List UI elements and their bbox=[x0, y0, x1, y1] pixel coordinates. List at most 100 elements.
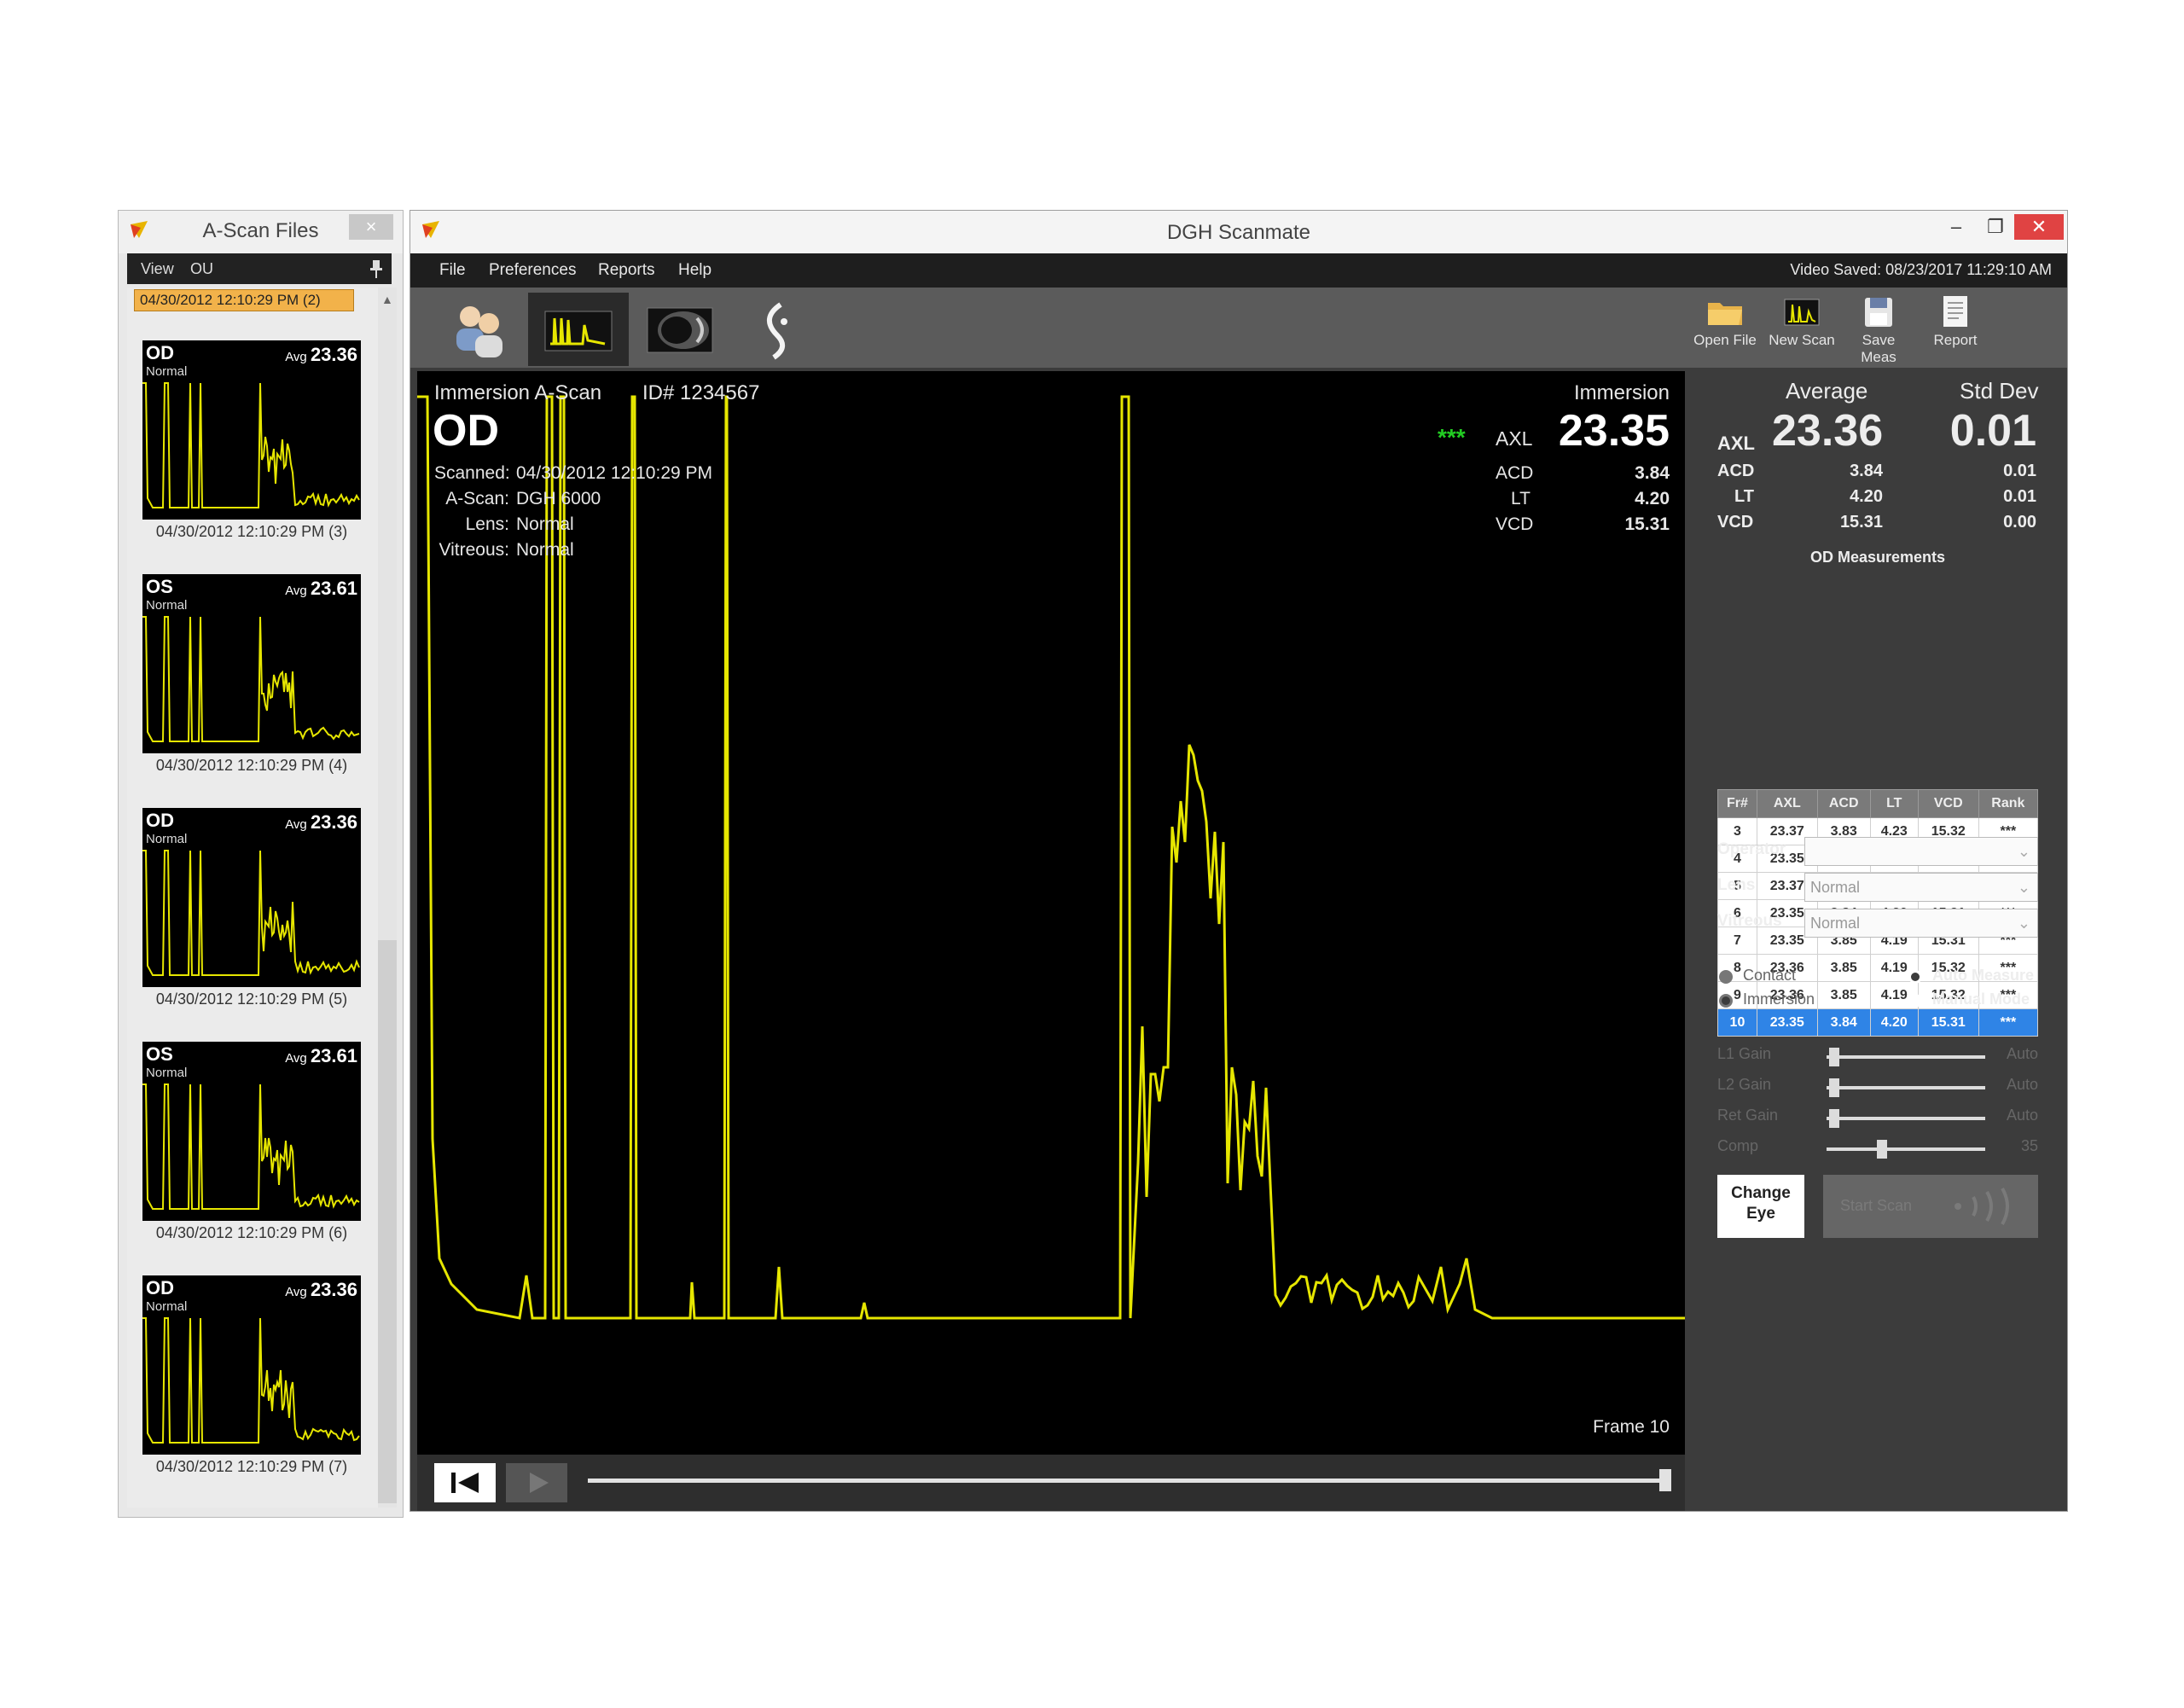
auto-measure-radio[interactable] bbox=[1908, 970, 1922, 984]
column-header[interactable]: Fr# bbox=[1717, 789, 1757, 818]
thumbnail-average: Avg 23.36 bbox=[285, 1279, 357, 1301]
patient-id: ID# 1234567 bbox=[642, 381, 760, 404]
scan-mode-title: Immersion A-Scan bbox=[434, 381, 602, 404]
scan-thumbnail[interactable]: OD Normal Avg 23.36 bbox=[142, 808, 361, 987]
average-header: Average bbox=[1786, 378, 1868, 404]
start-scan-button[interactable]: Start Scan bbox=[1823, 1175, 2038, 1238]
lt-value: 4.20 bbox=[1635, 489, 1670, 508]
restore-button[interactable]: ❐ bbox=[1977, 214, 2014, 240]
thumbnail-avg-value: 23.36 bbox=[310, 1279, 357, 1300]
column-header[interactable]: Rank bbox=[1978, 789, 2039, 818]
thumbnail-avg-value: 23.36 bbox=[310, 344, 357, 365]
vitreous-dropdown[interactable]: Normal ⌄ bbox=[1804, 909, 2038, 938]
table-cell: 15.31 bbox=[1917, 1008, 1979, 1037]
pachymetry-tab[interactable] bbox=[729, 293, 830, 366]
operator-dropdown[interactable]: ⌄ bbox=[1804, 837, 2038, 866]
scan-thumbnail[interactable]: OD Normal Avg 23.36 bbox=[142, 340, 361, 520]
table-row[interactable]: 10 23.35 3.84 4.20 15.31 *** bbox=[1717, 1008, 2039, 1037]
lens-dropdown[interactable]: Normal ⌄ bbox=[1804, 873, 2038, 902]
b-scan-icon bbox=[647, 307, 713, 353]
vitreous-dropdown-value: Normal bbox=[1810, 915, 1861, 932]
column-header[interactable]: ACD bbox=[1816, 789, 1871, 818]
manual-mode-radio[interactable] bbox=[1908, 994, 1922, 1008]
slider-thumb[interactable] bbox=[1829, 1048, 1840, 1066]
minimize-button[interactable]: – bbox=[1937, 214, 1975, 240]
scan-thumbnail[interactable]: OD Normal Avg 23.36 bbox=[142, 1275, 361, 1455]
view-menu[interactable]: View bbox=[141, 260, 174, 278]
start-scan-label: Start Scan bbox=[1840, 1197, 1913, 1214]
b-scan-tab[interactable] bbox=[629, 293, 729, 366]
summary-lt-sd: 0.01 bbox=[2003, 487, 2036, 506]
menu-reports[interactable]: Reports bbox=[598, 261, 655, 280]
immersion-mode-label: Immersion bbox=[1573, 381, 1670, 404]
scan-thumbnail[interactable]: OS Normal Avg 23.61 bbox=[142, 1042, 361, 1221]
table-cell: 7 bbox=[1717, 927, 1757, 955]
ou-filter[interactable]: OU bbox=[190, 260, 213, 278]
thumbnail-status: Normal bbox=[146, 832, 188, 846]
thumbnail-avg-value: 23.61 bbox=[310, 1045, 357, 1066]
thumbnail-avg-value: 23.36 bbox=[310, 811, 357, 833]
summary-lt-label: LT bbox=[1734, 487, 1754, 506]
save-icon bbox=[1865, 298, 1892, 327]
slider-label: Comp bbox=[1717, 1137, 1759, 1154]
table-cell: 3.85 bbox=[1816, 954, 1871, 982]
table-cell: *** bbox=[1978, 1008, 2039, 1037]
slider-track[interactable] bbox=[1827, 1147, 1985, 1151]
immersion-radio[interactable] bbox=[1719, 994, 1733, 1008]
a-scan-tab[interactable] bbox=[528, 293, 629, 366]
change-eye-button[interactable]: Change Eye bbox=[1717, 1175, 1804, 1238]
playback-track[interactable] bbox=[588, 1479, 1671, 1483]
save-meas-label: Save Meas bbox=[1861, 332, 1896, 365]
scroll-up-icon[interactable]: ▲ bbox=[381, 293, 393, 306]
column-header[interactable]: VCD bbox=[1917, 789, 1979, 818]
folder-icon bbox=[1708, 303, 1742, 325]
slider-label: L2 Gain bbox=[1717, 1076, 1772, 1093]
menu-file[interactable]: File bbox=[439, 261, 466, 280]
acd-label: ACD bbox=[1496, 463, 1534, 483]
thumbnail-date: 04/30/2012 12:10:29 PM (6) bbox=[155, 1224, 348, 1241]
thumbnail-eye: OS bbox=[146, 576, 173, 597]
close-button[interactable]: ✕ bbox=[2014, 214, 2064, 240]
patients-icon bbox=[456, 306, 502, 357]
table-cell: 4.20 bbox=[1869, 1008, 1919, 1037]
new-scan-icon bbox=[1784, 299, 1820, 326]
files-scrollbar-thumb[interactable] bbox=[378, 940, 397, 1503]
sound-waves-icon bbox=[1955, 1188, 2009, 1225]
files-view-bar: View OU bbox=[127, 253, 392, 284]
menu-help[interactable]: Help bbox=[678, 261, 712, 280]
summary-lt-avg: 4.20 bbox=[1850, 487, 1883, 506]
play-button[interactable] bbox=[506, 1463, 567, 1502]
pachymetry-icon bbox=[767, 302, 787, 360]
scanned-value: 04/30/2012 12:10:29 PM bbox=[516, 463, 713, 483]
thumbnail-average: Avg 23.36 bbox=[285, 344, 357, 366]
slider-track[interactable] bbox=[1827, 1086, 1985, 1089]
slider-thumb[interactable] bbox=[1829, 1109, 1840, 1128]
summary-axl-avg: 23.36 bbox=[1772, 406, 1884, 456]
vitreous-label: Vitreous: bbox=[439, 540, 510, 560]
video-saved-status: Video Saved: 08/23/2017 11:29:10 AM bbox=[1790, 261, 2052, 278]
column-header[interactable]: AXL bbox=[1756, 789, 1818, 818]
files-close-button[interactable]: × bbox=[349, 214, 393, 240]
contact-radio[interactable] bbox=[1719, 970, 1733, 984]
scan-thumbnail[interactable]: OS Normal Avg 23.61 bbox=[142, 574, 361, 753]
slider-track[interactable] bbox=[1827, 1055, 1985, 1059]
slider-thumb[interactable] bbox=[1829, 1078, 1840, 1097]
play-icon bbox=[530, 1473, 549, 1493]
slider-track[interactable] bbox=[1827, 1117, 1985, 1120]
pin-icon[interactable] bbox=[368, 259, 385, 279]
rewind-button[interactable] bbox=[434, 1463, 496, 1502]
column-header[interactable]: LT bbox=[1869, 789, 1919, 818]
menu-preferences[interactable]: Preferences bbox=[489, 261, 576, 280]
playback-slider-thumb[interactable] bbox=[1659, 1469, 1671, 1491]
thumbnail-status: Normal bbox=[146, 364, 188, 379]
files-titlebar: A-Scan Files × bbox=[119, 211, 403, 253]
std-dev-header: Std Dev bbox=[1960, 378, 2039, 404]
selected-file-item[interactable]: 04/30/2012 12:10:29 PM (2) bbox=[134, 289, 354, 311]
operator-label: Operator bbox=[1717, 840, 1786, 858]
slider-thumb[interactable] bbox=[1877, 1140, 1888, 1159]
thumbnail-eye: OD bbox=[146, 810, 174, 831]
patients-tab[interactable] bbox=[427, 293, 528, 366]
waveform-trace bbox=[417, 395, 1685, 1320]
thumbnail-status: Normal bbox=[146, 1066, 188, 1080]
lens-dropdown-value: Normal bbox=[1810, 879, 1861, 896]
